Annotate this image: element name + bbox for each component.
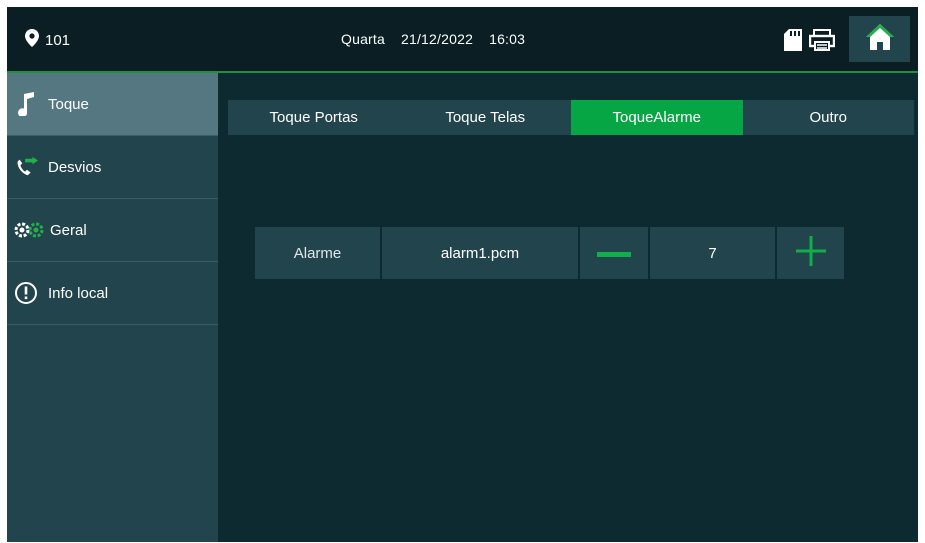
- sd-card-icon: [784, 29, 802, 56]
- volume-increase-button[interactable]: [777, 227, 844, 279]
- tab-toque-alarme[interactable]: ToqueAlarme: [571, 100, 743, 135]
- sidebar-item-toque[interactable]: Toque: [7, 73, 218, 136]
- info-exclamation-icon: [14, 281, 38, 305]
- ringtone-file-selector[interactable]: alarm1.pcm: [382, 227, 578, 279]
- minus-icon: [597, 245, 631, 262]
- date-time: Quarta 21/12/2022 16:03: [341, 31, 541, 47]
- sidebar-item-info-local[interactable]: Info local: [7, 262, 218, 325]
- printer-icon: [808, 29, 836, 56]
- sidebar-item-desvios[interactable]: Desvios: [7, 136, 218, 199]
- sidebar-item-label: Info local: [48, 284, 109, 302]
- sidebar-item-geral[interactable]: Geral: [7, 199, 218, 262]
- location-indicator: 101: [25, 29, 70, 51]
- tab-outro[interactable]: Outro: [743, 100, 915, 135]
- gears-icon: [14, 218, 44, 242]
- home-button[interactable]: [849, 16, 910, 62]
- top-bar: 101 Quarta 21/12/2022 16:03: [7, 7, 918, 71]
- volume-value: 7: [650, 227, 775, 279]
- alarm-label: Alarme: [255, 227, 380, 279]
- tab-bar: Toque Portas Toque Telas ToqueAlarme Out…: [228, 100, 914, 135]
- plus-icon: [795, 236, 826, 270]
- location-pin-icon: [25, 29, 39, 51]
- music-note-icon: [14, 92, 38, 116]
- sidebar-item-label: Toque: [48, 95, 89, 113]
- alarm-setting-row: Alarme alarm1.pcm 7: [255, 227, 846, 279]
- date: 21/12/2022: [401, 31, 474, 47]
- screen: 101 Quarta 21/12/2022 16:03 Toque Desvio…: [7, 7, 918, 542]
- tab-toque-telas[interactable]: Toque Telas: [400, 100, 572, 135]
- sidebar: Toque Desvios Geral Info local: [7, 73, 218, 542]
- sidebar-item-label: Desvios: [48, 158, 102, 176]
- time: 16:03: [489, 31, 526, 47]
- location-number: 101: [45, 31, 71, 49]
- tab-toque-portas[interactable]: Toque Portas: [228, 100, 400, 135]
- volume-decrease-button[interactable]: [580, 227, 648, 279]
- sidebar-item-label: Geral: [50, 221, 87, 239]
- home-icon: [865, 23, 895, 56]
- phone-forward-icon: [14, 155, 38, 179]
- weekday: Quarta: [341, 31, 385, 47]
